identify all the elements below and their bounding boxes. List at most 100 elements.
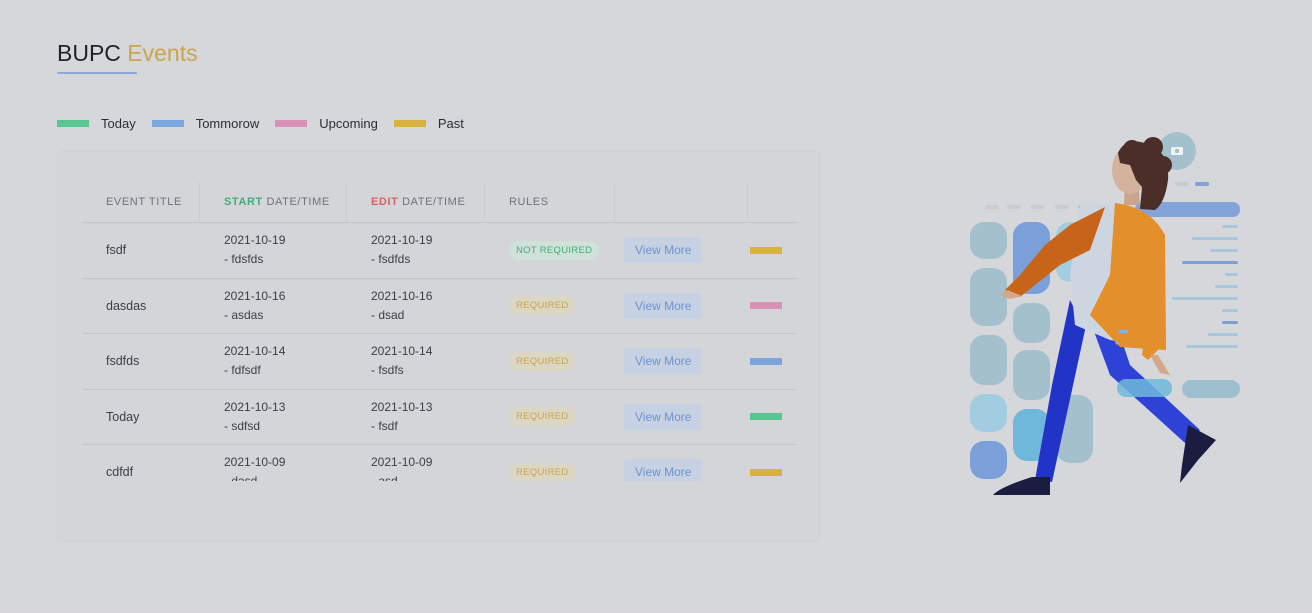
edit-time: - dsad [371,307,405,322]
edit-time: - asd [371,472,485,481]
rules-badge: REQUIRED [509,351,576,371]
actions-cell: View More [615,237,748,264]
legend-label: Tommorow [195,116,260,131]
start-label: START [224,196,263,208]
table-header: EVENT TITLE START DATE/TIME EDIT DATE/TI… [82,181,797,223]
rules-cell: REQUIRED [485,407,615,427]
edit-datetime: 2021-10-13 - fsdf [347,398,485,436]
rules-badge: REQUIRED [509,462,576,481]
table-row: cdfdf 2021-10-09 - dasd 2021-10-09 - asd REQU… [82,445,797,481]
start-datetime: 2021-10-16 - asdas [200,287,347,325]
title-underline [57,72,137,74]
events-card: EVENT TITLE START DATE/TIME EDIT DATE/TI… [57,150,820,542]
status-bar [750,357,782,365]
edit-time: - fsdf [371,418,398,433]
edit-date: 2021-10-13 [371,399,433,414]
view-more-button[interactable]: View More [624,237,703,264]
col-actions [615,181,748,223]
actions-cell: View More [615,348,748,375]
legend-swatch [57,120,89,127]
walking-person-illustration [970,132,1240,495]
status-cell [748,413,797,421]
edit-datetime: 2021-10-16 - dsad [347,287,485,325]
legend-label: Today [101,116,136,131]
status-bar [750,468,782,476]
edit-date: 2021-10-16 [371,288,433,303]
legend-swatch [393,120,426,127]
edit-date: 2021-10-19 [371,233,433,248]
table-row: fsdf 2021-10-19 - fdsfds 2021-10-19 - fsdfds… [82,223,797,279]
rules-badge: REQUIRED [509,296,576,316]
start-datetime: 2021-10-14 - fdfsdf [200,342,347,380]
edit-datetime: 2021-10-14 - fsdfs [347,342,485,380]
edit-time: - fsdfs [371,363,404,378]
edit-date: 2021-10-09 [371,455,433,470]
event-title: fsdf [106,243,127,258]
rules-cell: NOT REQUIRED [485,240,615,260]
start-time: - fdfsdf [224,363,261,378]
actions-cell: View More [615,292,748,319]
col-rules: RULES [485,181,615,223]
start-time: - asdas [224,307,264,322]
title-accent: Events [127,40,198,66]
edit-datetime: 2021-10-19 - fsdfds [347,231,485,269]
events-table: EVENT TITLE START DATE/TIME EDIT DATE/TI… [82,181,797,481]
legend-swatch [151,120,184,127]
status-cell [748,468,797,476]
edit-label: EDIT [371,196,399,208]
legend-item: Today [57,116,136,131]
view-more-button[interactable]: View More [624,459,703,481]
start-time: - fdsfds [224,252,264,267]
col-start-datetime: START DATE/TIME [200,181,347,223]
event-title: fsdfds [106,354,140,369]
view-more-button[interactable]: View More [624,403,703,430]
rules-badge: REQUIRED [509,407,576,427]
col-event-title: EVENT TITLE [82,181,200,223]
start-date: 2021-10-14 [224,344,286,359]
legend-swatch [275,120,308,127]
title-main: BUPC [57,40,121,66]
start-time: - sdfsd [224,418,261,433]
edit-datetime: 2021-10-09 - asd [347,453,485,481]
legend-label: Past [437,116,464,131]
view-more-button[interactable]: View More [624,292,703,319]
status-legend: Today Tommorow Upcoming Past [57,116,480,131]
col-edit-datetime: EDIT DATE/TIME [347,181,485,223]
legend-item: Past [393,116,464,131]
edit-rest: DATE/TIME [398,196,466,208]
status-cell [748,246,797,254]
rules-badge: NOT REQUIRED [509,240,600,260]
status-cell [748,357,797,365]
legend-item: Tommorow [151,116,260,131]
page-title: BUPC Events [57,38,198,68]
rules-cell: REQUIRED [485,296,615,316]
event-title: dasdas [106,298,147,313]
edit-time: - fsdfds [371,252,411,267]
table-row: dasdas 2021-10-16 - asdas 2021-10-16 - dsad R… [82,279,797,334]
edit-date: 2021-10-14 [371,344,433,359]
rules-cell: REQUIRED [485,462,615,481]
legend-item: Upcoming [275,116,378,131]
start-time: - dasd [224,472,347,481]
start-date: 2021-10-09 [224,455,286,470]
status-bar [750,246,782,254]
legend-label: Upcoming [319,116,378,131]
actions-cell: View More [615,459,748,481]
start-date: 2021-10-13 [224,399,286,414]
col-status [748,182,797,223]
start-datetime: 2021-10-19 - fdsfds [200,231,347,269]
status-bar [750,413,782,421]
rules-cell: REQUIRED [485,351,615,371]
status-bar [750,302,782,310]
actions-cell: View More [615,403,748,430]
table-row: Today 2021-10-13 - sdfsd 2021-10-13 - fsdf RE… [82,390,797,445]
table-body[interactable]: fsdf 2021-10-19 - fdsfds 2021-10-19 - fsdfds… [82,223,797,481]
event-title: cdfdf [106,465,134,480]
start-datetime: 2021-10-13 - sdfsd [200,398,347,436]
table-row: fsdfds 2021-10-14 - fdfsdf 2021-10-14 - fsdf… [82,334,797,390]
start-date: 2021-10-16 [224,288,286,303]
start-rest: DATE/TIME [262,196,330,208]
view-more-button[interactable]: View More [624,348,703,375]
status-cell [748,302,797,310]
start-datetime: 2021-10-09 - dasd [200,453,347,481]
